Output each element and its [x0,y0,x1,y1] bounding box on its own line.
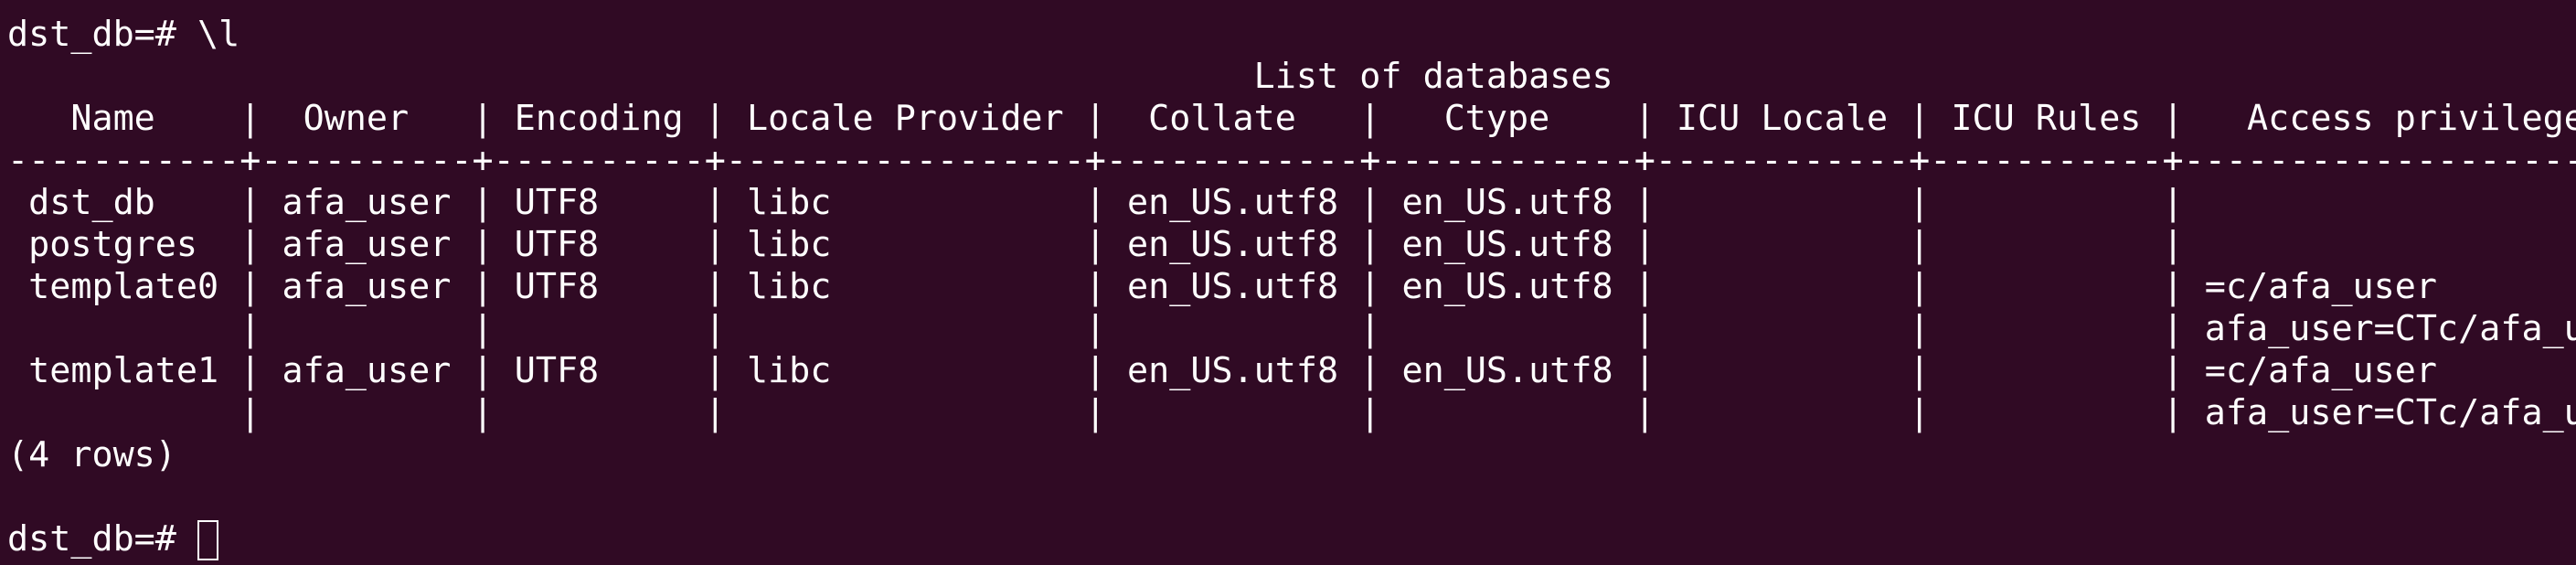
text-cursor[interactable] [197,520,219,560]
row-count-footer: (4 rows) [7,434,176,475]
command-line: dst_db=# \l [7,14,240,55]
table-row-template0-continued: | | | | | | | | afa_user=CTc/afa_user [7,308,2576,349]
terminal-window[interactable]: dst_db=# \l List of databases Name | Own… [0,0,2576,565]
shell-prompt: dst_db=# [7,518,198,560]
table-separator: -----------+----------+----------+------… [7,140,2576,181]
table-title: List of databases [7,56,1613,97]
table-row-template1: template1 | afa_user | UTF8 | libc | en_… [7,350,2576,391]
table-header-row: Name | Owner | Encoding | Locale Provide… [7,98,2576,139]
table-row-template0: template0 | afa_user | UTF8 | libc | en_… [7,266,2576,307]
table-row-dst-db: dst_db | afa_user | UTF8 | libc | en_US.… [7,182,2205,223]
table-row-template1-continued: | | | | | | | | afa_user=CTc/afa_user [7,392,2576,433]
table-row-postgres: postgres | afa_user | UTF8 | libc | en_U… [7,224,2205,265]
prompt-line[interactable]: dst_db=# [7,518,2576,560]
